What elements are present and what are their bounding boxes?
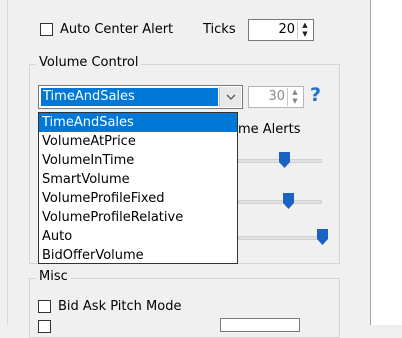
ticks-spinbox[interactable]: 20 ▲ ▼ (248, 19, 314, 41)
slider-thumb-3[interactable] (316, 229, 328, 245)
panel-left-border (7, 0, 8, 325)
volume-type-selected: TimeAndSales (41, 88, 218, 106)
ticks-down-button[interactable]: ▼ (298, 30, 312, 39)
misc-checkbox-2[interactable] (38, 320, 51, 333)
ticks-label: Ticks (203, 22, 236, 37)
ticks-up-button[interactable]: ▲ (298, 21, 312, 30)
volume-spin-value: 30 (268, 89, 285, 104)
volume-type-dropdown: TimeAndSales VolumeAtPrice VolumeInTime … (38, 112, 238, 264)
auto-center-alert-checkbox[interactable] (40, 23, 53, 36)
misc-input[interactable] (220, 318, 300, 332)
chevron-down-icon[interactable] (219, 87, 241, 107)
slider-thumb-1[interactable] (278, 152, 290, 168)
volume-spinbox[interactable]: 30 ▲ ▼ (248, 86, 304, 108)
dropdown-item-volumeintime[interactable]: VolumeInTime (39, 151, 237, 170)
dropdown-item-volumeprofilefixed[interactable]: VolumeProfileFixed (39, 189, 237, 208)
dropdown-item-volumeatprice[interactable]: VolumeAtPrice (39, 132, 237, 151)
volume-type-combo[interactable]: TimeAndSales (38, 85, 243, 109)
dropdown-item-volumeprofilerelative[interactable]: VolumeProfileRelative (39, 208, 237, 227)
right-blank-area (371, 0, 402, 325)
slider-thumb-2[interactable] (282, 193, 294, 209)
dropdown-item-bidoffervolume[interactable]: BidOfferVolume (39, 246, 237, 265)
help-icon[interactable]: ? (310, 84, 321, 106)
volume-down-button[interactable]: ▼ (288, 97, 302, 106)
bid-ask-pitch-checkbox[interactable] (38, 300, 51, 313)
bid-ask-pitch-label: Bid Ask Pitch Mode (58, 299, 182, 314)
misc-title: Misc (36, 269, 71, 285)
volume-alerts-label: me Alerts (238, 122, 301, 137)
ticks-value: 20 (278, 22, 295, 37)
volume-up-button[interactable]: ▲ (288, 88, 302, 97)
volume-control-title: Volume Control (36, 55, 142, 71)
dropdown-item-timeandsales[interactable]: TimeAndSales (39, 113, 237, 132)
dropdown-item-smartvolume[interactable]: SmartVolume (39, 170, 237, 189)
slider-track-3[interactable] (238, 236, 322, 240)
auto-center-alert-label: Auto Center Alert (60, 22, 174, 37)
slider-track-2[interactable] (238, 200, 322, 204)
dropdown-item-auto[interactable]: Auto (39, 227, 237, 246)
